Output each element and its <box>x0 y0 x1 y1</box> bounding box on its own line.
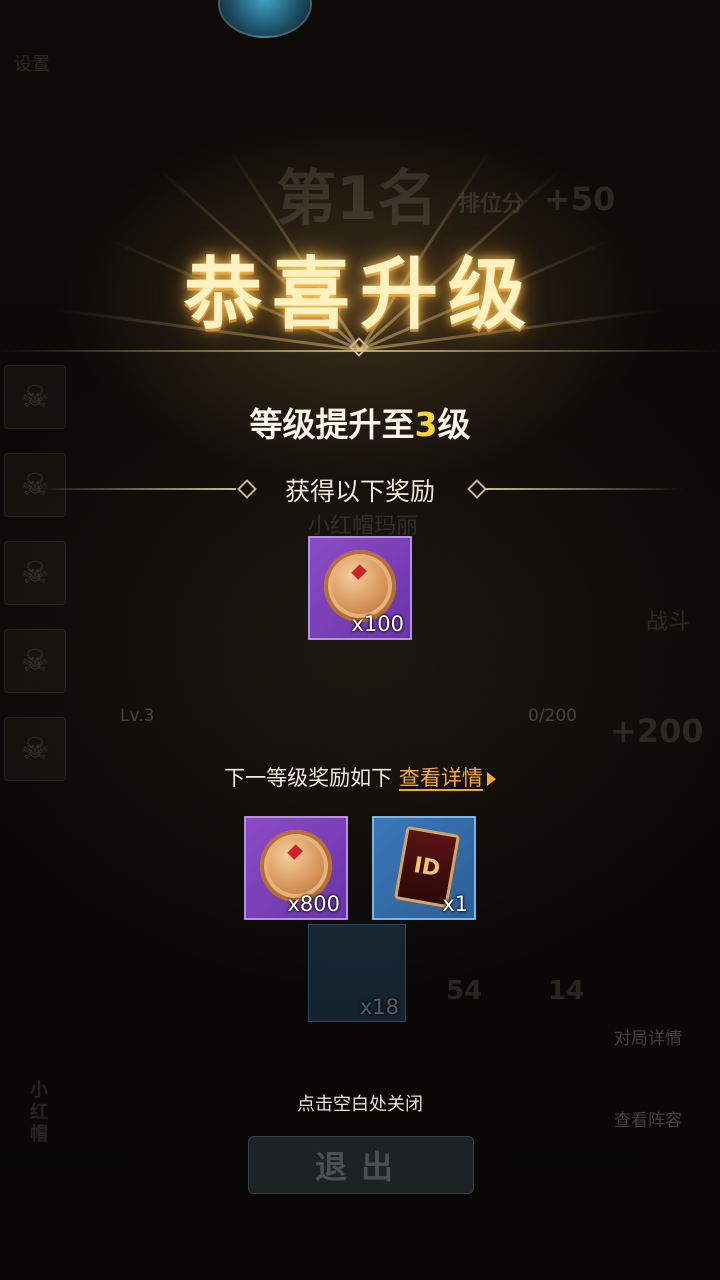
next-level-rewards-line: 下一等级奖励如下 查看详情 <box>0 762 720 792</box>
next-reward-coin-qty: x800 <box>287 892 340 916</box>
next-reward-card-qty: x1 <box>442 892 468 916</box>
view-details-link[interactable]: 查看详情 <box>399 766 483 790</box>
skull-icon: ☠ <box>4 629 66 693</box>
level-suffix: 级 <box>437 405 471 444</box>
next-level-prefix: 下一等级奖励如下 <box>224 766 393 790</box>
exit-button[interactable]: 退出 <box>248 1136 474 1194</box>
settings-label: 设置 <box>14 54 50 75</box>
score-right: 14 <box>548 976 585 1006</box>
level-prefix: 等级提升至 <box>249 405 415 444</box>
arrow-right-icon <box>486 772 496 786</box>
xp-text: 0/200 <box>528 706 577 726</box>
level-value: 3 <box>414 405 438 444</box>
rewards-heading: 获得以下奖励 <box>284 477 435 506</box>
next-reward-coin-item[interactable]: x800 <box>244 816 348 920</box>
chest-qty: x18 <box>359 995 399 1019</box>
level-up-title: 恭喜升级 <box>183 250 536 340</box>
skull-icon: ☠ <box>4 541 66 605</box>
battle-label: 战斗 <box>646 610 691 635</box>
next-reward-id-card-item[interactable]: ID x1 <box>372 816 476 920</box>
reward-coin-item[interactable]: x100 <box>308 536 412 640</box>
rewards-right-line <box>484 488 684 490</box>
tap-to-close-hint: 点击空白处关闭 <box>297 1094 423 1115</box>
level-message: 等级提升至3级 <box>0 398 720 446</box>
xp-delta: +200 <box>610 712 704 750</box>
treasure-chest-item: x18 <box>308 924 406 1022</box>
reward-qty: x100 <box>351 612 404 636</box>
score-left: 54 <box>446 976 483 1006</box>
level-label: Lv.3 <box>120 706 155 726</box>
match-details-button[interactable]: 对局详情 <box>608 1024 688 1049</box>
